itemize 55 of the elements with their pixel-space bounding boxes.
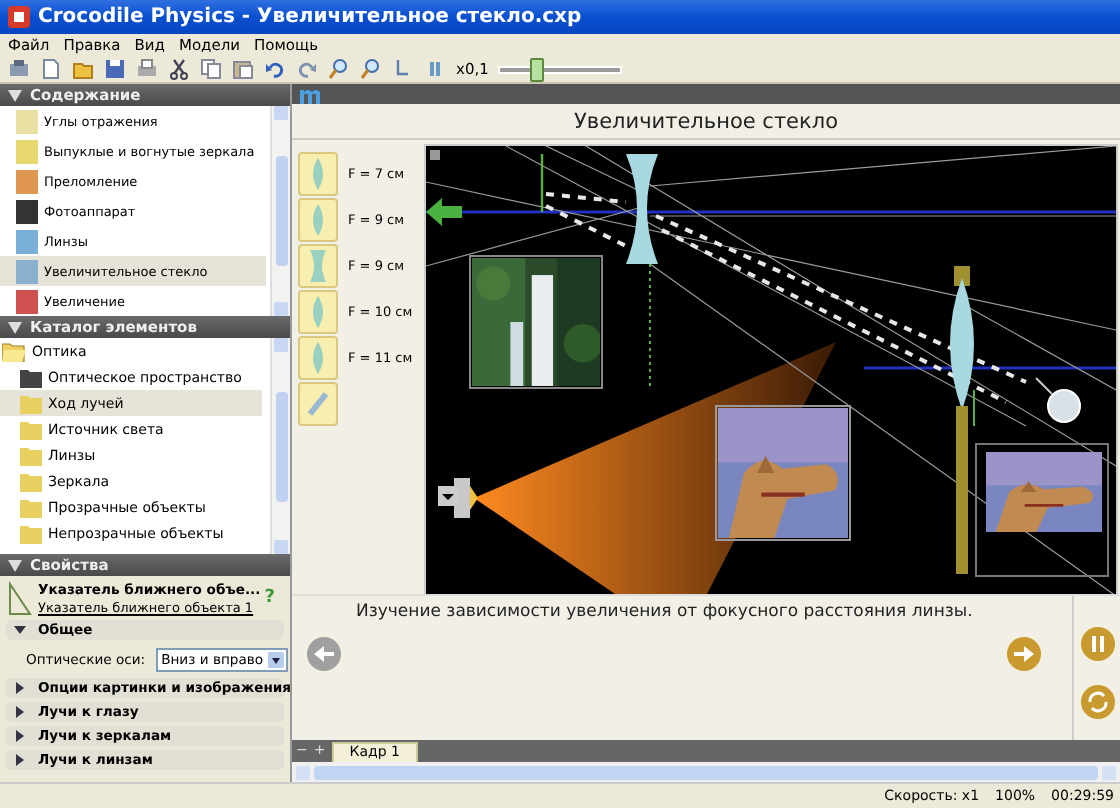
cut-icon[interactable]: [168, 58, 190, 81]
back-button[interactable]: [304, 633, 344, 674]
undo-icon[interactable]: [264, 58, 286, 81]
thumbnail-icon: [16, 259, 38, 284]
folder-icon: [20, 497, 42, 518]
thumbnail-icon: [16, 139, 38, 164]
pause-icon[interactable]: [424, 58, 446, 81]
folder-icon: [20, 523, 42, 544]
forward-button[interactable]: [1004, 633, 1044, 674]
save-icon[interactable]: [104, 58, 126, 81]
zoom-out-icon[interactable]: [360, 58, 382, 81]
redo-icon[interactable]: [296, 58, 318, 81]
collapse-icon[interactable]: [14, 624, 26, 637]
concave-lens-icon: [304, 247, 332, 284]
folder-icon: [20, 393, 42, 414]
tools-icon[interactable]: [8, 58, 30, 81]
print-icon[interactable]: [136, 58, 158, 81]
thumbnail-icon: [16, 199, 38, 224]
pause-button[interactable]: [1077, 623, 1117, 664]
window-title: Crocodile Physics - Увеличительное стекло.cxp: [38, 6, 582, 29]
ruler-button[interactable]: [298, 381, 338, 426]
copy-icon[interactable]: [200, 58, 222, 81]
zoom-in-icon[interactable]: [328, 58, 350, 81]
thumbnail-icon: [16, 169, 38, 194]
logo-icon: [298, 85, 322, 104]
folder-icon: [2, 341, 26, 362]
ruler-icon: [306, 389, 330, 418]
expand-icon[interactable]: [14, 706, 26, 719]
simulation-title: Увеличительное стекло: [292, 104, 1120, 140]
refresh-button[interactable]: [1077, 681, 1117, 722]
thumbnail-icon: [16, 109, 38, 134]
new-document-icon[interactable]: [40, 58, 62, 81]
app-icon: [8, 6, 30, 29]
arrow-icon: [426, 197, 462, 226]
concave-lens: [626, 153, 658, 264]
horizontal-scrollbar[interactable]: [292, 761, 1120, 783]
open-folder-icon[interactable]: [72, 58, 94, 81]
dropdown-arrow-icon: [267, 651, 284, 668]
expand-icon[interactable]: [14, 730, 26, 743]
vertical-scrollbar[interactable]: [270, 338, 290, 555]
dropdown-icon[interactable]: [438, 485, 458, 506]
paste-icon[interactable]: [232, 58, 254, 81]
expand-icon[interactable]: [14, 754, 26, 767]
collapse-icon[interactable]: [8, 559, 22, 572]
magnifier-icon: [1035, 376, 1081, 423]
image-frame: [975, 442, 1109, 577]
thumbnail-icon: [16, 289, 38, 314]
expand-icon[interactable]: [14, 682, 26, 695]
folder-icon: [20, 471, 42, 492]
collapse-icon[interactable]: [8, 321, 22, 334]
collapse-icon[interactable]: [8, 89, 22, 102]
caption-text: Изучение зависимости увеличения от фокусного расстояния линзы.: [354, 599, 975, 622]
thumbnail-icon: [16, 229, 38, 254]
folder-icon: [20, 445, 42, 466]
vertical-scrollbar[interactable]: [270, 106, 290, 317]
